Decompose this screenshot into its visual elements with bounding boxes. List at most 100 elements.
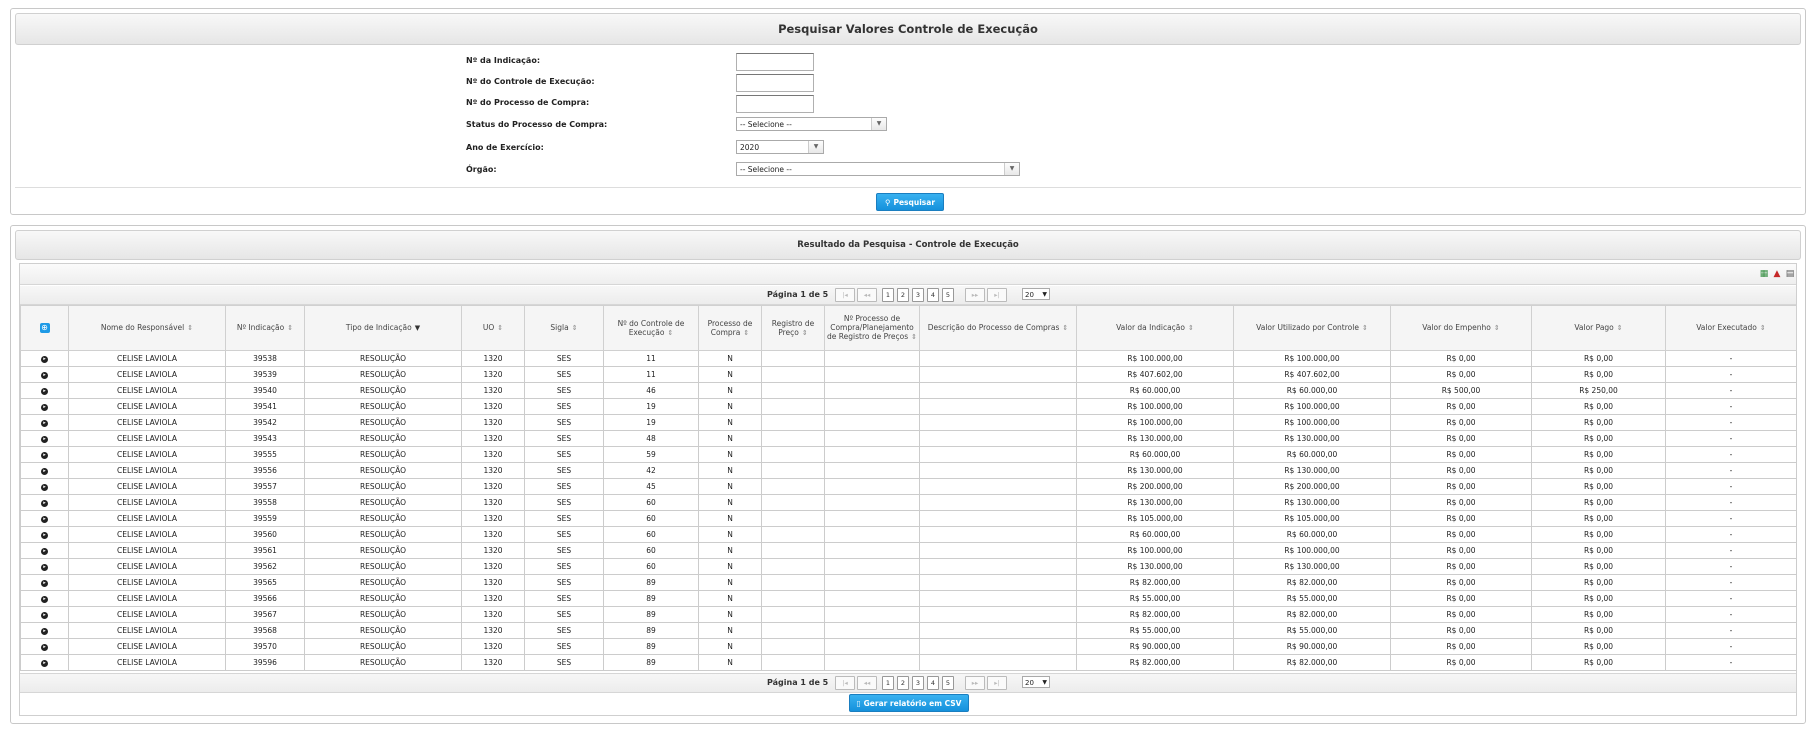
sort-icon[interactable]: ⇕ [187, 324, 193, 332]
expand-row-icon[interactable]: ▸ [41, 643, 48, 651]
expand-row-icon[interactable]: ▸ [41, 595, 48, 603]
chevron-down-icon[interactable]: ▼ [1004, 163, 1019, 175]
column-header[interactable]: Registro de Preço ⇕ [761, 305, 825, 351]
row-expand-cell[interactable]: ▸ [20, 606, 69, 623]
row-expand-cell[interactable]: ▸ [20, 622, 69, 639]
row-expand-cell[interactable]: ▸ [20, 494, 69, 511]
sort-desc-icon[interactable]: ▼ [415, 324, 420, 332]
expand-row-icon[interactable]: ▸ [41, 403, 48, 411]
expand-all-icon[interactable]: ⊕ [39, 323, 50, 333]
next-page-button[interactable]: ▸▸ [965, 676, 985, 690]
column-header[interactable]: Valor do Empenho ⇕ [1390, 305, 1532, 351]
page-5-button[interactable]: 5 [942, 676, 954, 690]
sort-icon[interactable]: ⇕ [1617, 324, 1623, 332]
column-header[interactable]: Nome do Responsável ⇕ [68, 305, 226, 351]
row-expand-cell[interactable]: ▸ [20, 574, 69, 591]
orgao-select[interactable]: -- Selecione -- ▼ [736, 162, 1020, 176]
expand-all-header[interactable]: ⊕ [20, 305, 69, 351]
row-expand-cell[interactable]: ▸ [20, 382, 69, 399]
controle-input[interactable] [736, 74, 814, 92]
expand-row-icon[interactable]: ▸ [41, 563, 48, 571]
page-size-select[interactable]: 20 ▼ [1022, 676, 1050, 688]
row-expand-cell[interactable]: ▸ [20, 414, 69, 431]
chevron-down-icon[interactable]: ▼ [871, 118, 886, 130]
expand-row-icon[interactable]: ▸ [41, 531, 48, 539]
csv-report-button[interactable]: ▯ Gerar relatório em CSV [849, 694, 969, 712]
row-expand-cell[interactable]: ▸ [20, 350, 69, 367]
prev-page-button[interactable]: ◂◂ [857, 676, 877, 690]
page-4-button[interactable]: 4 [927, 288, 939, 302]
expand-row-icon[interactable]: ▸ [41, 515, 48, 523]
column-header[interactable]: Tipo de Indicação ▼ [304, 305, 462, 351]
column-header[interactable]: Processo de Compra ⇕ [698, 305, 762, 351]
page-size-select[interactable]: 20 ▼ [1022, 288, 1050, 300]
sort-icon[interactable]: ⇕ [1188, 324, 1194, 332]
row-expand-cell[interactable]: ▸ [20, 446, 69, 463]
page-5-button[interactable]: 5 [942, 288, 954, 302]
row-expand-cell[interactable]: ▸ [20, 638, 69, 655]
row-expand-cell[interactable]: ▸ [20, 654, 69, 671]
column-header[interactable]: Valor Pago ⇕ [1531, 305, 1666, 351]
sort-icon[interactable]: ⇕ [802, 329, 808, 337]
page-4-button[interactable]: 4 [927, 676, 939, 690]
sort-icon[interactable]: ⇕ [497, 324, 503, 332]
sort-icon[interactable]: ⇕ [287, 324, 293, 332]
sort-icon[interactable]: ⇕ [1760, 324, 1766, 332]
sort-icon[interactable]: ⇕ [911, 333, 917, 341]
ano-select[interactable]: 2020 ▼ [736, 140, 824, 154]
last-page-button[interactable]: ▸| [987, 676, 1007, 690]
column-header[interactable]: Valor Utilizado por Controle ⇕ [1233, 305, 1391, 351]
sort-icon[interactable]: ⇕ [1062, 324, 1068, 332]
column-header[interactable]: Valor Executado ⇕ [1665, 305, 1797, 351]
expand-row-icon[interactable]: ▸ [41, 371, 48, 379]
expand-row-icon[interactable]: ▸ [41, 467, 48, 475]
sort-icon[interactable]: ⇕ [667, 329, 673, 337]
sort-icon[interactable]: ⇕ [1494, 324, 1500, 332]
expand-row-icon[interactable]: ▸ [41, 355, 48, 363]
page-2-button[interactable]: 2 [897, 676, 909, 690]
page-1-button[interactable]: 1 [882, 288, 894, 302]
expand-row-icon[interactable]: ▸ [41, 579, 48, 587]
next-page-button[interactable]: ▸▸ [965, 288, 985, 302]
sort-icon[interactable]: ⇕ [743, 329, 749, 337]
column-header[interactable]: Sigla ⇕ [524, 305, 604, 351]
row-expand-cell[interactable]: ▸ [20, 478, 69, 495]
column-header[interactable]: Valor da Indicação ⇕ [1076, 305, 1234, 351]
prev-page-button[interactable]: ◂◂ [857, 288, 877, 302]
page-1-button[interactable]: 1 [882, 676, 894, 690]
indicacao-input[interactable] [736, 53, 814, 71]
search-button[interactable]: ⚲ Pesquisar [876, 193, 944, 211]
expand-row-icon[interactable]: ▸ [41, 627, 48, 635]
chevron-down-icon[interactable]: ▼ [808, 141, 823, 153]
row-expand-cell[interactable]: ▸ [20, 430, 69, 447]
row-expand-cell[interactable]: ▸ [20, 398, 69, 415]
page-2-button[interactable]: 2 [897, 288, 909, 302]
print-icon[interactable]: ▤ [1785, 269, 1795, 279]
expand-row-icon[interactable]: ▸ [41, 387, 48, 395]
first-page-button[interactable]: |◂ [835, 676, 855, 690]
row-expand-cell[interactable]: ▸ [20, 366, 69, 383]
processo-input[interactable] [736, 95, 814, 113]
status-select[interactable]: -- Selecione -- ▼ [736, 117, 887, 131]
expand-row-icon[interactable]: ▸ [41, 451, 48, 459]
column-header[interactable]: Nº Processo de Compra/Planejamento de Re… [824, 305, 920, 351]
column-header[interactable]: UO ⇕ [461, 305, 525, 351]
expand-row-icon[interactable]: ▸ [41, 547, 48, 555]
row-expand-cell[interactable]: ▸ [20, 526, 69, 543]
sort-icon[interactable]: ⇕ [572, 324, 578, 332]
row-expand-cell[interactable]: ▸ [20, 510, 69, 527]
expand-row-icon[interactable]: ▸ [41, 435, 48, 443]
page-3-button[interactable]: 3 [912, 676, 924, 690]
first-page-button[interactable]: |◂ [835, 288, 855, 302]
sort-icon[interactable]: ⇕ [1362, 324, 1368, 332]
expand-row-icon[interactable]: ▸ [41, 419, 48, 427]
row-expand-cell[interactable]: ▸ [20, 590, 69, 607]
expand-row-icon[interactable]: ▸ [41, 659, 48, 667]
expand-row-icon[interactable]: ▸ [41, 499, 48, 507]
row-expand-cell[interactable]: ▸ [20, 558, 69, 575]
row-expand-cell[interactable]: ▸ [20, 462, 69, 479]
pdf-export-icon[interactable]: ▲ [1772, 269, 1782, 279]
column-header[interactable]: Nº do Controle de Execução ⇕ [603, 305, 699, 351]
row-expand-cell[interactable]: ▸ [20, 542, 69, 559]
column-header[interactable]: Nº Indicação ⇕ [225, 305, 305, 351]
